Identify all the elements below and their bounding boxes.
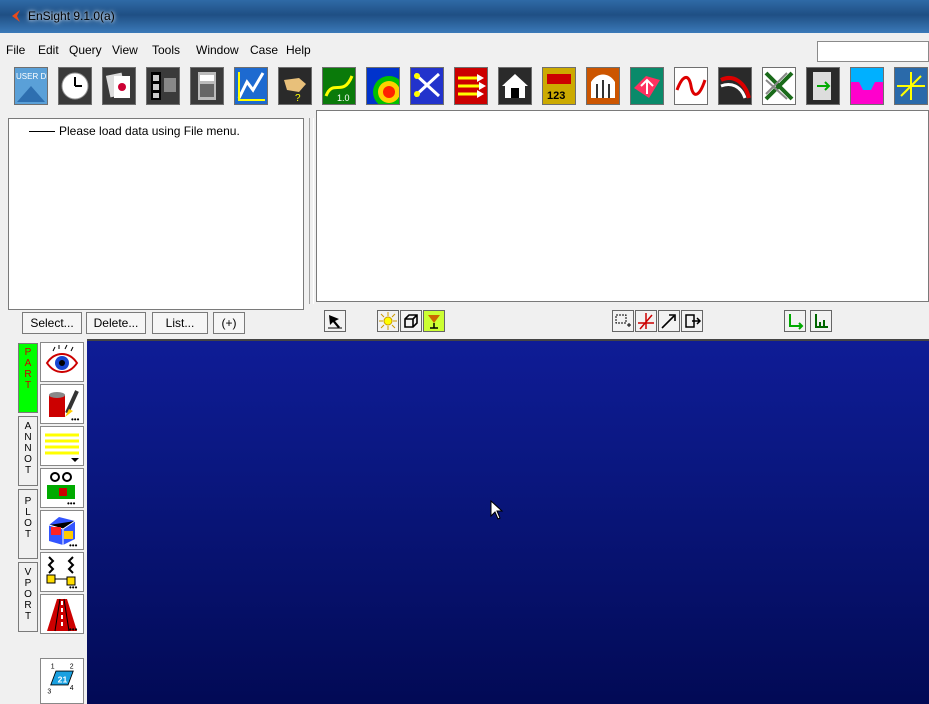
- tab-annot[interactable]: A N N O T: [18, 416, 38, 486]
- part-list-panel[interactable]: [8, 118, 304, 310]
- tab-annot-letter: T: [24, 465, 32, 476]
- line-plot-label: 1.0: [337, 93, 350, 103]
- tab-vport-letter: P: [24, 578, 32, 589]
- tab-plot-letter: O: [24, 518, 32, 529]
- user-defined-icon[interactable]: USER DEF: [14, 67, 48, 105]
- part-builder-icon[interactable]: •••: [40, 552, 84, 592]
- panel-splitter[interactable]: [309, 118, 314, 304]
- tab-plot-letter: L: [25, 507, 31, 518]
- ensight-logo-icon: [9, 9, 23, 23]
- tab-annot-letter: O: [24, 454, 32, 465]
- film-icon[interactable]: [146, 67, 180, 105]
- tab-vport[interactable]: V P O R T: [18, 562, 38, 632]
- tab-annot-letter: N: [24, 432, 32, 443]
- wave-icon[interactable]: [674, 67, 708, 105]
- tab-part-letter: T: [24, 380, 32, 391]
- mouse-pointer-icon: [490, 499, 504, 520]
- paint-bucket-icon[interactable]: •••: [40, 384, 84, 424]
- menu-file[interactable]: File: [6, 43, 25, 57]
- element-visual-icon[interactable]: •••: [40, 468, 84, 508]
- contour-icon[interactable]: [366, 67, 400, 105]
- line-plot-icon[interactable]: 1.0: [322, 67, 356, 105]
- part-list-message: Please load data using File menu.: [59, 124, 240, 138]
- zoom-region-icon[interactable]: [612, 310, 634, 332]
- tab-part[interactable]: P A R T: [18, 343, 38, 413]
- svg-text:•••: •••: [69, 583, 78, 591]
- clock-icon[interactable]: [58, 67, 92, 105]
- probe-icon[interactable]: [635, 310, 657, 332]
- menu-bar: File Edit Query View Tools Window Case H…: [0, 33, 929, 61]
- color-cube-icon[interactable]: •••: [40, 510, 84, 550]
- corner-number: 1: [51, 664, 55, 671]
- tab-plot[interactable]: P L O T: [18, 489, 38, 559]
- tab-part-letter: P: [24, 347, 32, 358]
- tab-vport-letter: V: [24, 567, 32, 578]
- cross-icon[interactable]: [762, 67, 796, 105]
- visibility-eye-icon[interactable]: [40, 342, 84, 382]
- door-icon[interactable]: [806, 67, 840, 105]
- line-tool-icon[interactable]: [658, 310, 680, 332]
- cards-icon[interactable]: [102, 67, 136, 105]
- svg-text:•••: •••: [69, 625, 78, 633]
- delete-button[interactable]: Delete...: [86, 312, 146, 334]
- hand-query-icon[interactable]: ?: [278, 67, 312, 105]
- profile-icon[interactable]: [850, 67, 884, 105]
- menu-view[interactable]: View: [112, 43, 138, 57]
- elevated-surface-icon[interactable]: [586, 67, 620, 105]
- frame-axis-icon[interactable]: [810, 310, 832, 332]
- menu-edit[interactable]: Edit: [38, 43, 59, 57]
- tab-part-letter: A: [24, 358, 32, 369]
- transform-icon[interactable]: [681, 310, 703, 332]
- house-icon[interactable]: [498, 67, 532, 105]
- list-button[interactable]: List...: [152, 312, 208, 334]
- tab-annot-letter: A: [24, 421, 32, 432]
- isosurface-icon[interactable]: [630, 67, 664, 105]
- tab-vport-letter: O: [24, 589, 32, 600]
- user-def-label: USER DEF: [16, 72, 47, 81]
- hidden-line-icon[interactable]: [423, 310, 445, 332]
- graph-icon[interactable]: [234, 67, 268, 105]
- select-button[interactable]: Select...: [22, 312, 82, 334]
- axes-icon[interactable]: [894, 67, 928, 105]
- title-bar: [0, 0, 929, 33]
- numbers-label: 123: [547, 90, 565, 102]
- tab-annot-letter: N: [24, 443, 32, 454]
- tab-plot-letter: T: [24, 529, 32, 540]
- calculator-icon[interactable]: [190, 67, 224, 105]
- tab-plot-letter: P: [24, 496, 32, 507]
- numbers-icon[interactable]: 123: [542, 67, 576, 105]
- add-part-button[interactable]: (+): [213, 312, 245, 334]
- window-title: EnSight 9.1.0(a): [28, 9, 115, 23]
- svg-text:•••: •••: [71, 415, 80, 423]
- svg-text:•••: •••: [67, 499, 76, 507]
- viewport-number-label: 21: [58, 674, 68, 684]
- menu-help[interactable]: Help: [286, 43, 311, 57]
- scissors-icon[interactable]: [410, 67, 444, 105]
- menu-tools[interactable]: Tools: [152, 43, 180, 57]
- menu-query[interactable]: Query: [69, 43, 102, 57]
- vortex-icon[interactable]: [718, 67, 752, 105]
- tab-part-letter: R: [24, 369, 32, 380]
- viewport-number-icon[interactable]: 21 1 2 3 4: [40, 658, 84, 704]
- box-view-icon[interactable]: [400, 310, 422, 332]
- tab-vport-letter: T: [24, 611, 32, 622]
- pick-arrow-icon[interactable]: [324, 310, 346, 332]
- menu-window[interactable]: Window: [196, 43, 239, 57]
- menu-case[interactable]: Case: [250, 43, 278, 57]
- light-icon[interactable]: [377, 310, 399, 332]
- axis-triad-icon[interactable]: [784, 310, 806, 332]
- tab-vport-letter: R: [24, 600, 32, 611]
- menu-text-field[interactable]: [817, 41, 929, 62]
- corner-number: 3: [47, 689, 51, 696]
- svg-text:•••: •••: [69, 541, 78, 549]
- corner-number: 4: [70, 685, 74, 692]
- feature-detail-panel: [316, 110, 929, 302]
- corner-number: 2: [70, 664, 74, 671]
- road-icon[interactable]: •••: [40, 594, 84, 634]
- arrows-icon[interactable]: [454, 67, 488, 105]
- svg-text:?: ?: [295, 93, 301, 104]
- graphics-viewport[interactable]: [87, 339, 929, 704]
- tree-connector-line: [29, 131, 55, 132]
- line-style-icon[interactable]: [40, 426, 84, 466]
